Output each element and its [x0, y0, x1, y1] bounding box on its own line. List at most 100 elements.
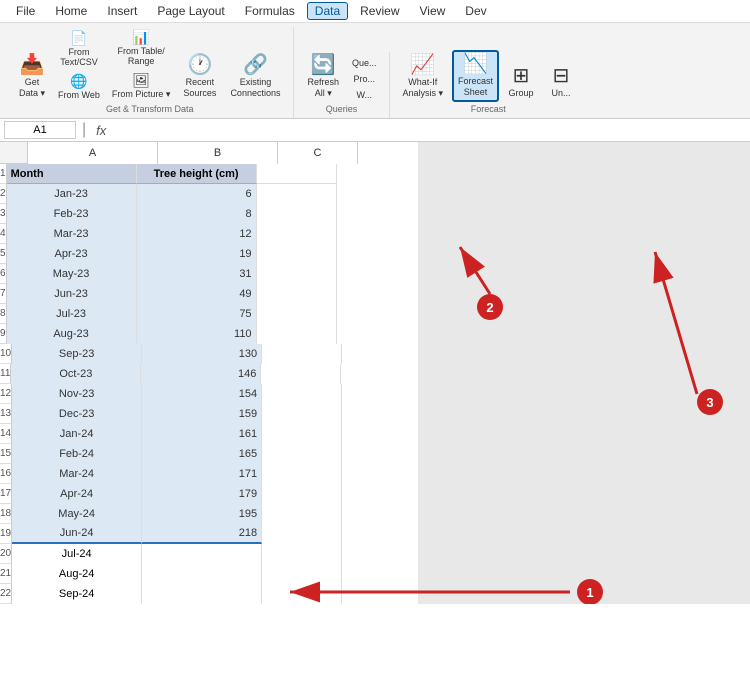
cell-b11[interactable]: 146 [141, 364, 261, 384]
table-row: 14 Jan-24 161 [0, 424, 358, 444]
from-text-csv-button[interactable]: 📄 FromText/CSV [54, 28, 104, 69]
cell-b3[interactable]: 8 [137, 204, 257, 224]
from-table-range-button[interactable]: 📊 From Table/Range [108, 27, 175, 68]
queries-connections-label: Que... [352, 58, 377, 68]
cell-b10[interactable]: 130 [142, 344, 262, 364]
queries-label: Queries [326, 104, 358, 114]
cell-a12[interactable]: Nov-23 [12, 384, 142, 404]
refresh-all-button[interactable]: 🔄 RefreshAll ▾ [302, 52, 344, 102]
cell-a13[interactable]: Dec-23 [12, 404, 142, 424]
get-data-button[interactable]: 📥 GetData ▾ [14, 52, 50, 102]
cell-c22 [262, 584, 342, 604]
cell-a5[interactable]: Apr-23 [7, 244, 137, 264]
cell-b9[interactable]: 110 [137, 324, 257, 344]
what-if-icon: 📈 [410, 55, 435, 75]
cell-a9[interactable]: Aug-23 [7, 324, 137, 344]
col-header-b: B [158, 142, 278, 164]
cell-a20[interactable]: Jul-24 [12, 544, 142, 564]
cell-b5[interactable]: 19 [137, 244, 257, 264]
cell-a6[interactable]: May-23 [7, 264, 137, 284]
from-text-csv-icon: 📄 [70, 30, 87, 47]
ribbon: 📥 GetData ▾ 📄 FromText/CSV 🌐 From Web 📊 … [0, 23, 750, 119]
group-button[interactable]: ⊞ Group [503, 63, 539, 102]
table-row: 15 Feb-24 165 [0, 444, 358, 464]
cell-a8[interactable]: Jul-23 [7, 304, 137, 324]
recent-sources-label: RecentSources [183, 77, 216, 99]
cell-b8[interactable]: 75 [137, 304, 257, 324]
menu-insert[interactable]: Insert [99, 2, 145, 20]
menu-review[interactable]: Review [352, 2, 407, 20]
cell-b12[interactable]: 154 [142, 384, 262, 404]
from-picture-label: From Picture ▾ [112, 89, 171, 100]
cell-a11[interactable]: Oct-23 [11, 364, 141, 384]
cell-b2[interactable]: 6 [137, 184, 257, 204]
ungroup-button[interactable]: ⊟ Un... [543, 63, 579, 102]
menu-page-layout[interactable]: Page Layout [149, 2, 232, 20]
forecast-sheet-label: ForecastSheet [458, 76, 493, 98]
existing-connections-label: ExistingConnections [230, 77, 280, 99]
cell-c9 [257, 324, 337, 344]
cell-a4[interactable]: Mar-23 [7, 224, 137, 244]
row-num-12: 12 [0, 384, 12, 404]
cell-a7[interactable]: Jun-23 [7, 284, 137, 304]
row-num-11: 11 [0, 364, 11, 384]
what-if-analysis-button[interactable]: 📈 What-IfAnalysis ▾ [398, 52, 449, 102]
formula-input[interactable]: Month [114, 124, 746, 136]
cell-b1[interactable]: Tree height (cm) [137, 164, 257, 184]
cell-a21[interactable]: Aug-24 [12, 564, 142, 584]
recent-sources-button[interactable]: 🕐 RecentSources [178, 52, 221, 102]
cell-a14[interactable]: Jan-24 [12, 424, 142, 444]
cell-b18[interactable]: 195 [142, 504, 262, 524]
menu-file[interactable]: File [8, 2, 43, 20]
cell-a19[interactable]: Jun-24 [12, 524, 142, 544]
cell-a16[interactable]: Mar-24 [12, 464, 142, 484]
cell-a15[interactable]: Feb-24 [12, 444, 142, 464]
cell-c18 [262, 504, 342, 524]
cell-b14[interactable]: 161 [142, 424, 262, 444]
cell-b6[interactable]: 31 [137, 264, 257, 284]
menu-home[interactable]: Home [47, 2, 95, 20]
formula-bar-divider: | [82, 121, 86, 139]
cell-b22[interactable] [142, 584, 262, 604]
forecast-buttons: 📈 What-IfAnalysis ▾ 📉 ForecastSheet ⊞ Gr… [398, 50, 580, 102]
table-row: 21 Aug-24 [0, 564, 358, 584]
group-label: Group [509, 88, 534, 99]
cell-c14 [262, 424, 342, 444]
cell-a22[interactable]: Sep-24 [12, 584, 142, 604]
row-num-22: 22 [0, 584, 12, 604]
properties-button[interactable]: Pro... [348, 72, 381, 86]
cell-c19 [262, 524, 342, 544]
cell-b16[interactable]: 171 [142, 464, 262, 484]
cell-a1[interactable]: Month [7, 164, 137, 184]
cell-b4[interactable]: 12 [137, 224, 257, 244]
menu-formulas[interactable]: Formulas [237, 2, 303, 20]
edit-links-button[interactable]: W... [348, 88, 381, 102]
menu-dev[interactable]: Dev [457, 2, 494, 20]
cell-b17[interactable]: 179 [142, 484, 262, 504]
table-row: 6 May-23 31 [0, 264, 358, 284]
from-picture-button[interactable]: 🖼 From Picture ▾ [108, 70, 175, 102]
cell-b19[interactable]: 218 [142, 524, 262, 544]
from-web-button[interactable]: 🌐 From Web [54, 71, 104, 102]
cell-a3[interactable]: Feb-23 [7, 204, 137, 224]
cell-a2[interactable]: Jan-23 [7, 184, 137, 204]
formula-fx-icon: fx [96, 123, 106, 138]
cell-c1[interactable] [257, 164, 337, 184]
cell-a18[interactable]: May-24 [12, 504, 142, 524]
cell-b20[interactable] [142, 544, 262, 564]
table-row: 22 Sep-24 [0, 584, 358, 604]
existing-connections-button[interactable]: 🔗 ExistingConnections [225, 52, 285, 102]
cell-b15[interactable]: 165 [142, 444, 262, 464]
cell-a10[interactable]: Sep-23 [12, 344, 142, 364]
cell-b13[interactable]: 159 [142, 404, 262, 424]
cell-c11 [261, 364, 341, 384]
cell-b7[interactable]: 49 [137, 284, 257, 304]
cell-a17[interactable]: Apr-24 [12, 484, 142, 504]
cell-reference-input[interactable] [4, 121, 76, 139]
forecast-sheet-button[interactable]: 📉 ForecastSheet [452, 50, 499, 102]
cell-b21[interactable] [142, 564, 262, 584]
menu-data[interactable]: Data [307, 2, 348, 20]
menu-view[interactable]: View [412, 2, 454, 20]
what-if-label: What-IfAnalysis ▾ [403, 77, 444, 99]
queries-connections-button[interactable]: Que... [348, 56, 381, 70]
